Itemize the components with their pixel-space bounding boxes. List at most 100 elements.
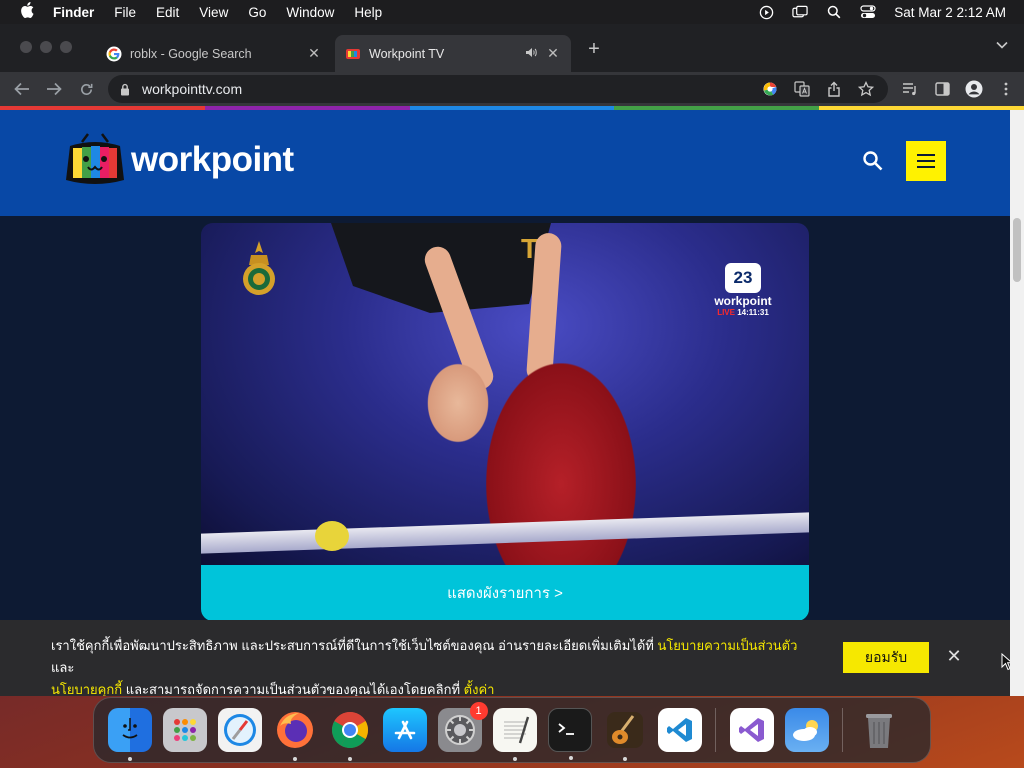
share-icon[interactable] (824, 79, 844, 99)
mouse-cursor-icon (1001, 653, 1010, 671)
channel-name: workpoint (714, 294, 772, 308)
page-scrollbar[interactable] (1010, 110, 1024, 696)
boxing-glove (315, 521, 349, 551)
reload-icon[interactable] (76, 79, 96, 99)
workpoint-tv-logo-icon (66, 133, 124, 184)
channel-logo: 23 workpoint LIVE 14:11:31 (707, 263, 779, 317)
privacy-policy-link[interactable]: นโยบายความเป็นส่วนตัว (657, 638, 797, 653)
running-indicator (622, 757, 627, 761)
hamburger-line-icon (917, 166, 935, 168)
menu-help[interactable]: Help (354, 5, 382, 20)
tab-workpoint-tv[interactable]: Workpoint TV ✕ (335, 35, 571, 72)
bookmark-star-icon[interactable] (856, 79, 876, 99)
running-indicator (347, 757, 352, 761)
dock-separator (715, 708, 716, 752)
workpoint-logo[interactable]: workpoint (64, 132, 294, 188)
hamburger-line-icon (917, 154, 935, 156)
spotlight-search-icon[interactable] (826, 4, 842, 20)
textedit-app-icon[interactable] (492, 708, 537, 761)
logo-wordmark: workpoint (131, 140, 294, 179)
close-tab-icon[interactable]: ✕ (545, 45, 561, 62)
vscode-app-icon[interactable] (657, 708, 702, 752)
zoom-window-button[interactable] (60, 41, 72, 53)
firefox-app-icon[interactable] (273, 708, 317, 761)
browser-toolbar: workpointtv.com (0, 72, 1024, 106)
trash-icon[interactable] (857, 708, 901, 752)
cookie-text: และ (51, 660, 75, 675)
terminal-app-icon[interactable] (547, 708, 592, 760)
cookie-message: เราใช้คุกกี้เพื่อพัฒนาประสิทธิภาพ และประ… (51, 635, 811, 696)
menu-finder[interactable]: Finder (53, 5, 94, 20)
garageband-app-icon[interactable] (603, 708, 647, 761)
close-tab-icon[interactable]: ✕ (306, 45, 322, 62)
forward-arrow-icon[interactable] (44, 79, 64, 99)
speaker-icon[interactable] (525, 47, 539, 61)
back-arrow-icon[interactable] (12, 79, 32, 99)
more-options-icon[interactable] (996, 79, 1016, 99)
weather-app-icon[interactable] (784, 708, 829, 752)
channel-number: 23 (725, 263, 761, 293)
notification-badge: 1 (469, 702, 488, 720)
fighter-head (423, 358, 493, 448)
dock: 1 (93, 697, 931, 763)
safari-app-icon[interactable] (217, 708, 262, 752)
live-video-player[interactable]: TZ 23 workpoint (201, 223, 809, 621)
menu-edit[interactable]: Edit (156, 5, 179, 20)
menu-bar: Finder File Edit View Go Window Help Sat… (0, 0, 1024, 24)
workpoint-page: workpoint TZ (0, 110, 1010, 696)
app-store-app-icon[interactable] (382, 708, 427, 752)
tab-search-chevron-icon[interactable] (996, 40, 1008, 52)
menu-view[interactable]: View (199, 5, 228, 20)
close-window-button[interactable] (20, 41, 32, 53)
tab-google-search[interactable]: roblx - Google Search ✕ (96, 35, 332, 72)
dock-separator (842, 708, 843, 752)
site-header: workpoint (0, 110, 1010, 216)
tab-strip: roblx - Google Search ✕ Workpoint TV ✕ + (0, 24, 1024, 72)
tab-title: roblx - Google Search (130, 46, 252, 61)
menu-file[interactable]: File (114, 5, 136, 20)
cookie-consent-banner: เราใช้คุกกี้เพื่อพัฒนาประสิทธิภาพ และประ… (0, 620, 1010, 696)
hamburger-line-icon (917, 160, 935, 162)
cookie-settings-link[interactable]: ตั้งค่า (464, 682, 495, 696)
chrome-app-icon[interactable] (328, 708, 372, 761)
live-label: LIVE (717, 308, 735, 317)
menubar-clock[interactable]: Sat Mar 2 2:12 AM (894, 5, 1006, 20)
address-bar[interactable]: workpointtv.com (108, 75, 888, 103)
new-tab-button[interactable]: + (584, 38, 604, 61)
media-controls-icon[interactable] (900, 79, 920, 99)
workpoint-icon (345, 46, 361, 62)
live-timestamp: LIVE 14:11:31 (707, 308, 779, 317)
launchpad-app-icon[interactable] (162, 708, 207, 752)
running-indicator (292, 757, 297, 761)
profile-avatar-icon[interactable] (964, 79, 984, 99)
google-icon (106, 46, 122, 62)
google-lens-icon[interactable] (760, 79, 780, 99)
side-panel-icon[interactable] (932, 79, 952, 99)
window-controls (20, 41, 80, 53)
finder-app-icon[interactable] (107, 708, 152, 761)
video-frame[interactable]: TZ 23 workpoint (201, 223, 809, 565)
close-banner-icon[interactable]: ✕ (944, 646, 964, 666)
tab-title: Workpoint TV (369, 46, 445, 61)
minimize-window-button[interactable] (40, 41, 52, 53)
show-schedule-button[interactable]: แสดงผังรายการ > (201, 565, 809, 621)
system-preferences-app-icon[interactable]: 1 (437, 702, 488, 752)
url-text[interactable]: workpointtv.com (142, 81, 242, 97)
royal-emblem-icon (243, 241, 275, 295)
search-icon[interactable] (862, 150, 884, 172)
screen-mirror-icon[interactable] (792, 4, 808, 20)
translate-icon[interactable] (792, 79, 812, 99)
apple-menu-icon[interactable] (17, 2, 37, 22)
lock-icon[interactable] (120, 83, 134, 96)
visual-studio-app-icon[interactable] (729, 708, 774, 752)
cookie-policy-link[interactable]: นโยบายคุกกี้ (51, 682, 122, 696)
menu-go[interactable]: Go (248, 5, 266, 20)
menu-window[interactable]: Window (286, 5, 334, 20)
running-indicator (127, 757, 132, 761)
control-center-icon[interactable] (860, 4, 876, 20)
accept-cookies-button[interactable]: ยอมรับ (843, 642, 929, 673)
live-time: 14:11:31 (737, 308, 769, 317)
scrollbar-thumb[interactable] (1013, 218, 1021, 282)
play-circle-icon[interactable] (758, 4, 774, 20)
hamburger-menu-button[interactable] (906, 141, 946, 181)
